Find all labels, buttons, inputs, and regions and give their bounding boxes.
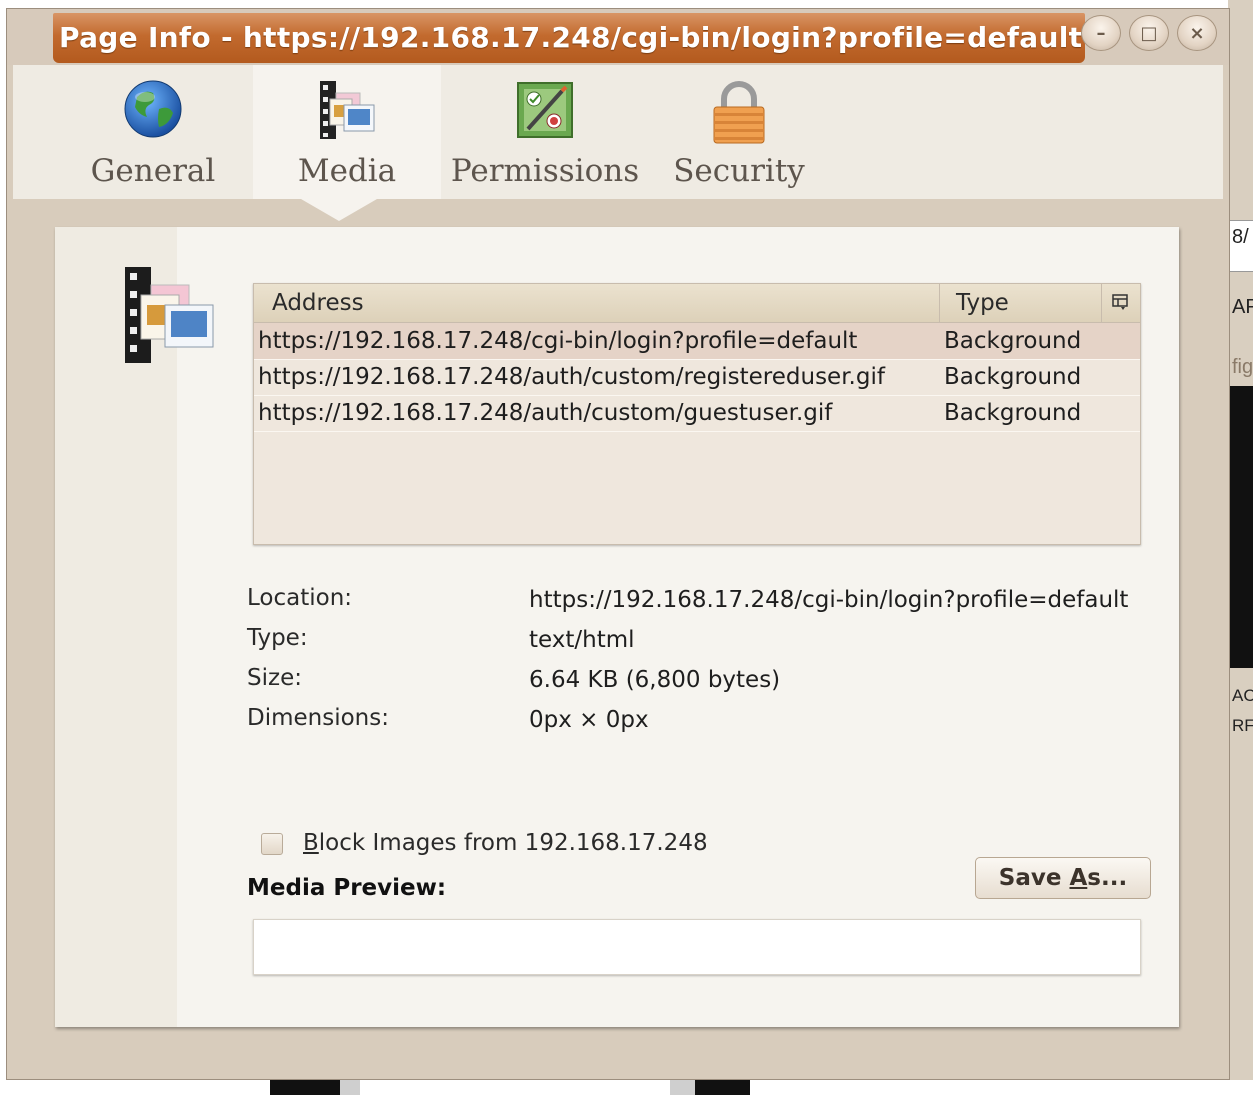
row-type: Background xyxy=(944,364,1082,390)
minimize-icon: – xyxy=(1096,22,1106,44)
tab-label: General xyxy=(90,153,216,189)
table-row[interactable]: https://192.168.17.248/cgi-bin/login?pro… xyxy=(254,323,1140,360)
block-images-checkbox[interactable] xyxy=(261,833,283,855)
selected-tab-indicator xyxy=(301,199,377,221)
tab-permissions[interactable]: Permissions xyxy=(447,65,643,199)
column-header-address[interactable]: Address xyxy=(254,284,940,322)
minimize-button[interactable]: – xyxy=(1081,15,1121,51)
size-value: 6.64 KB (6,800 bytes) xyxy=(529,667,781,693)
title-bar[interactable]: Page Info - https://192.168.17.248/cgi-b… xyxy=(7,9,1229,65)
column-picker-icon[interactable] xyxy=(1102,284,1140,322)
dimensions-label: Dimensions: xyxy=(247,705,389,731)
background-text-fragment: 8/ xyxy=(1232,226,1249,248)
tab-label: Media xyxy=(297,153,397,189)
tab-general[interactable]: General xyxy=(59,65,247,199)
type-label: Type: xyxy=(247,625,308,651)
background-text-fragment: RF xyxy=(1232,716,1253,735)
background-text-fragment: AP xyxy=(1232,296,1253,318)
table-row[interactable]: https://192.168.17.248/auth/custom/guest… xyxy=(254,395,1140,432)
permissions-icon xyxy=(514,79,576,145)
background-text-fragment: fig xyxy=(1232,356,1253,378)
row-address: https://192.168.17.248/auth/custom/regis… xyxy=(258,364,885,390)
padlock-icon xyxy=(708,79,770,149)
location-value: https://192.168.17.248/cgi-bin/login?pro… xyxy=(529,587,1129,613)
tab-media[interactable]: Media xyxy=(253,65,441,199)
window-controls: – □ × xyxy=(1081,11,1227,51)
media-preview-area xyxy=(253,919,1141,975)
table-row[interactable]: https://192.168.17.248/auth/custom/regis… xyxy=(254,359,1140,396)
maximize-icon: □ xyxy=(1140,22,1158,44)
media-preview-label: Media Preview: xyxy=(247,875,447,901)
row-address: https://192.168.17.248/cgi-bin/login?pro… xyxy=(258,328,858,354)
background-window-edge xyxy=(0,1080,1253,1095)
column-header-type[interactable]: Type xyxy=(940,284,1102,322)
row-address: https://192.168.17.248/auth/custom/guest… xyxy=(258,400,833,426)
location-label: Location: xyxy=(247,585,353,611)
media-panel: Address Type https://192.168.17.248/cgi-… xyxy=(55,227,1179,1027)
tab-label: Permissions xyxy=(450,153,640,189)
tab-bar: General Media Permissions Security xyxy=(13,65,1223,199)
row-type: Background xyxy=(944,400,1082,426)
close-button[interactable]: × xyxy=(1177,15,1217,51)
panel-sidebar xyxy=(55,227,214,1027)
media-list[interactable]: Address Type https://192.168.17.248/cgi-… xyxy=(253,283,1141,545)
close-icon: × xyxy=(1189,22,1205,44)
save-as-button[interactable]: Save As... xyxy=(975,857,1151,899)
media-icon xyxy=(316,79,378,145)
type-value: text/html xyxy=(529,627,635,653)
size-label: Size: xyxy=(247,665,302,691)
background-window-edge: 8/ AP fig AC RF xyxy=(1228,0,1253,1095)
dimensions-value: 0px × 0px xyxy=(529,707,649,733)
tab-security[interactable]: Security xyxy=(649,65,829,199)
page-info-window: Page Info - https://192.168.17.248/cgi-b… xyxy=(6,8,1230,1080)
globe-icon xyxy=(123,79,183,143)
table-header: Address Type xyxy=(254,284,1140,323)
media-icon xyxy=(121,265,217,369)
background-text-fragment: AC xyxy=(1232,686,1253,705)
block-images-label[interactable]: Block Images from 192.168.17.248 xyxy=(303,830,708,856)
window-title: Page Info - https://192.168.17.248/cgi-b… xyxy=(59,21,1083,54)
row-type: Background xyxy=(944,328,1082,354)
tab-label: Security xyxy=(673,153,805,189)
maximize-button[interactable]: □ xyxy=(1129,15,1169,51)
